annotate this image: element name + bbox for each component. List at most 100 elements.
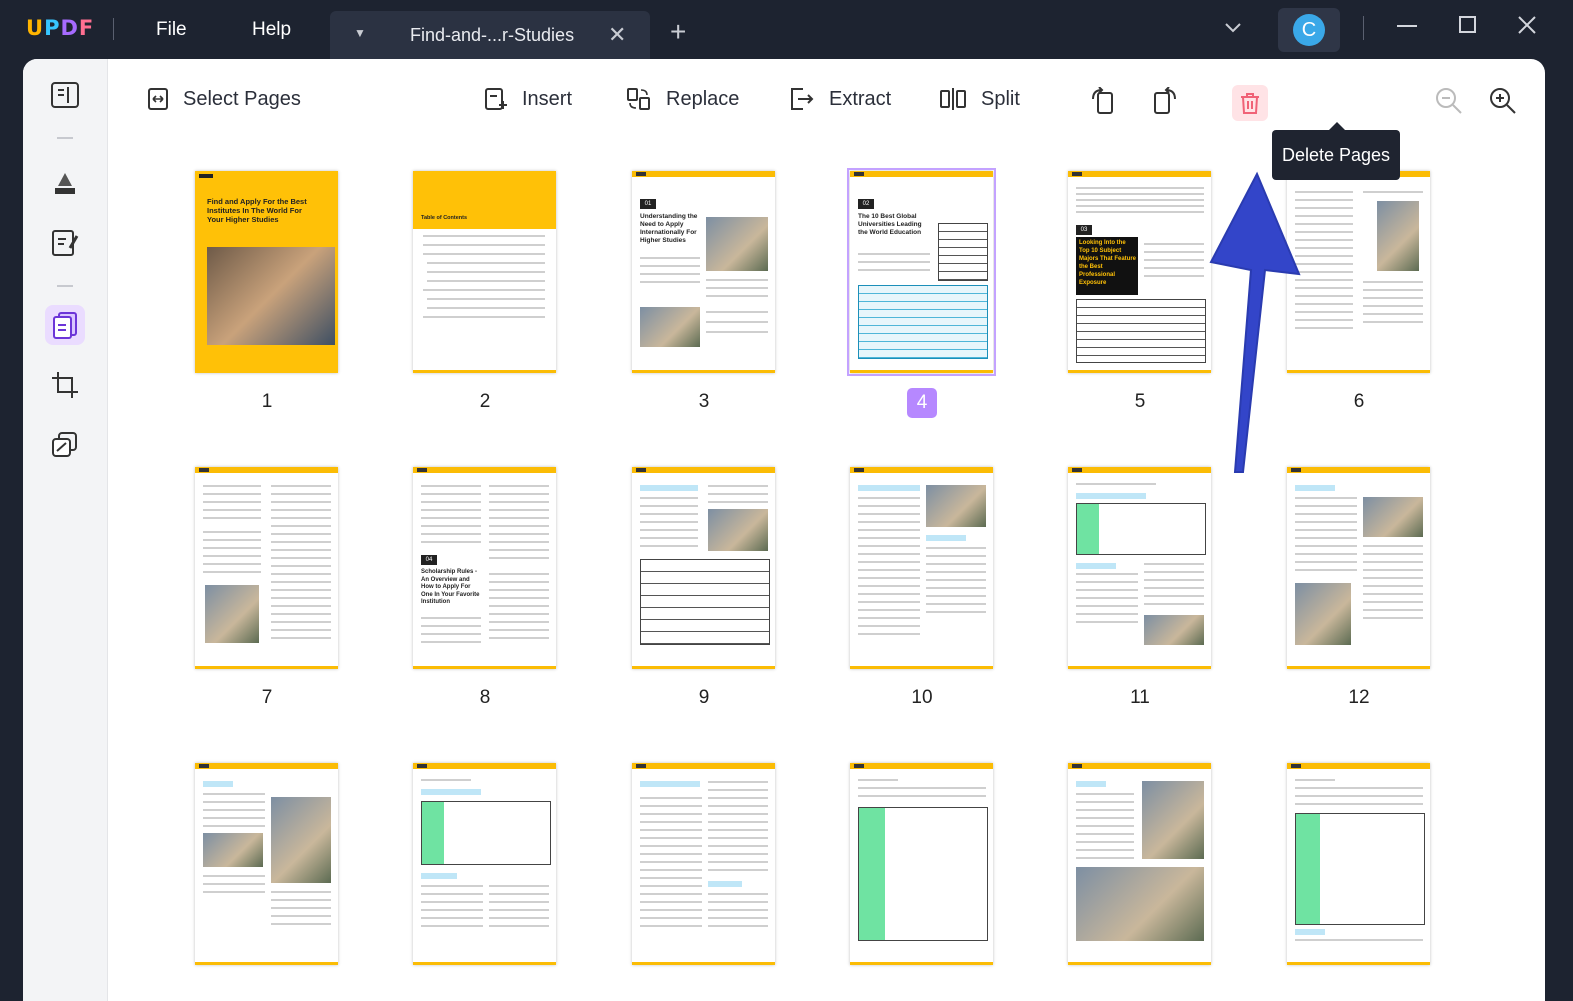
minimize-icon[interactable] (1396, 12, 1418, 40)
majors-table (858, 807, 988, 941)
new-tab-icon[interactable]: + (670, 18, 686, 46)
page-preview (1287, 467, 1430, 669)
page-preview: 01 Understanding the Need to Apply Inter… (632, 171, 775, 373)
close-window-icon[interactable] (1517, 14, 1537, 40)
extract-icon (791, 88, 814, 110)
delete-pages-tooltip: Delete Pages (1272, 122, 1400, 180)
page-preview: Find and Apply For the Best Institutes I… (195, 171, 338, 373)
illustration (203, 833, 263, 867)
tab-title: Find-and-...r-Studies (410, 25, 575, 45)
illustration (1076, 867, 1204, 941)
page-number: 8 (479, 687, 491, 708)
split-label: Split (981, 87, 1020, 110)
select-pages-label: Select Pages (183, 87, 301, 110)
page-number: 12 (1348, 687, 1370, 708)
illustration (271, 797, 331, 883)
trash-icon (1241, 93, 1259, 114)
replace-icon (627, 88, 650, 110)
chapter-badge: 01 (640, 199, 656, 209)
extract-button[interactable]: Extract (789, 87, 891, 111)
chapter-badge: 03 (1076, 225, 1092, 235)
illustration (708, 509, 768, 551)
menu-help[interactable]: Help (252, 19, 291, 41)
page-preview (1287, 171, 1430, 373)
chevron-down-icon[interactable] (1224, 18, 1242, 39)
reader-icon[interactable] (45, 75, 85, 115)
document-tab[interactable]: ▼ Find-and-...r-Studies ✕ (330, 11, 650, 62)
menu-file[interactable]: File (156, 19, 187, 41)
page-preview: 04 Scholarship Rules - An Overview and H… (413, 467, 556, 669)
illustration (640, 307, 700, 347)
page-number: 11 (1130, 687, 1150, 708)
illustration (1144, 615, 1204, 645)
page-toolbar: Select Pages Insert Replace Extract Spli… (107, 59, 1545, 180)
close-tab-icon[interactable]: ✕ (608, 22, 626, 48)
page-preview (195, 763, 338, 965)
crop-icon[interactable] (45, 365, 85, 405)
zoom-in-icon[interactable] (1489, 87, 1517, 120)
page-number-selected: 4 (842, 388, 1002, 418)
illustration (1377, 201, 1419, 271)
page-preview (195, 467, 338, 669)
universities-table (858, 285, 988, 359)
page-preview (632, 467, 775, 669)
organize-pages-icon[interactable] (45, 305, 85, 345)
sidebar-divider (57, 137, 73, 139)
page-preview: Table of Contents (413, 171, 556, 373)
page-number: 7 (261, 687, 273, 708)
page-tools-icon[interactable] (45, 425, 85, 465)
chapter-title: The 10 Best Global Universities Leading … (858, 213, 922, 236)
main-panel: Select Pages Insert Replace Extract Spli… (23, 59, 1545, 1001)
title-separator-2 (1363, 16, 1364, 40)
cover-title: Find and Apply For the Best Institutes I… (207, 197, 307, 224)
annotation-arrow (1209, 171, 1301, 473)
page-number: 3 (698, 391, 710, 412)
page-number: 2 (479, 391, 491, 412)
left-sidebar (23, 59, 108, 1001)
rotate-right-icon[interactable] (1150, 86, 1178, 120)
chapter-title: Scholarship Rules - An Overview and How … (421, 569, 480, 605)
page-number: 10 (911, 687, 933, 708)
delete-pages-button[interactable] (1232, 85, 1268, 121)
illustration (926, 485, 986, 527)
page-preview (632, 763, 775, 965)
rotate-left-icon[interactable] (1090, 86, 1118, 120)
split-button[interactable]: Split (939, 87, 1020, 111)
account-button[interactable]: C (1278, 8, 1340, 52)
avatar: C (1293, 14, 1325, 46)
illustration (1295, 583, 1351, 645)
page-number: 1 (261, 391, 273, 412)
tab-dropdown-icon[interactable]: ▼ (354, 26, 366, 40)
insert-button[interactable]: Insert (484, 87, 572, 111)
extract-label: Extract (829, 87, 892, 110)
page-preview (413, 763, 556, 965)
ranking-table (938, 223, 988, 281)
insert-label: Insert (522, 87, 573, 110)
scholarship-table (640, 559, 770, 645)
title-separator (113, 18, 114, 40)
illustration (1363, 497, 1423, 537)
insert-icon (485, 88, 507, 110)
cover-background: Find and Apply For the Best Institutes I… (195, 171, 338, 373)
chapter-title: Looking Into the Top 10 Subject Majors T… (1079, 240, 1137, 286)
edit-pdf-icon[interactable] (45, 223, 85, 263)
page-thumbnail-grid: Find and Apply For the Best Institutes I… (107, 149, 1545, 1001)
toc-title: Table of Contents (421, 215, 468, 221)
university-info-table (1076, 503, 1206, 555)
page-preview: 02 The 10 Best Global Universities Leadi… (847, 168, 996, 376)
updf-logo: UPDF (26, 16, 95, 40)
page-number: 9 (698, 687, 710, 708)
page-preview (1068, 467, 1211, 669)
page-preview (850, 467, 993, 669)
replace-button[interactable]: Replace (626, 87, 739, 111)
page-preview: 03 Looking Into the Top 10 Subject Major… (1068, 171, 1211, 373)
comment-highlighter-icon[interactable] (45, 163, 85, 203)
select-pages-icon (148, 88, 168, 110)
sidebar-divider (57, 285, 73, 287)
university-info-table (1295, 813, 1425, 925)
maximize-icon[interactable] (1458, 14, 1478, 40)
illustration (706, 217, 768, 271)
select-pages-button[interactable]: Select Pages (147, 87, 301, 111)
university-info-table (421, 801, 551, 865)
zoom-out-icon[interactable] (1435, 87, 1463, 120)
